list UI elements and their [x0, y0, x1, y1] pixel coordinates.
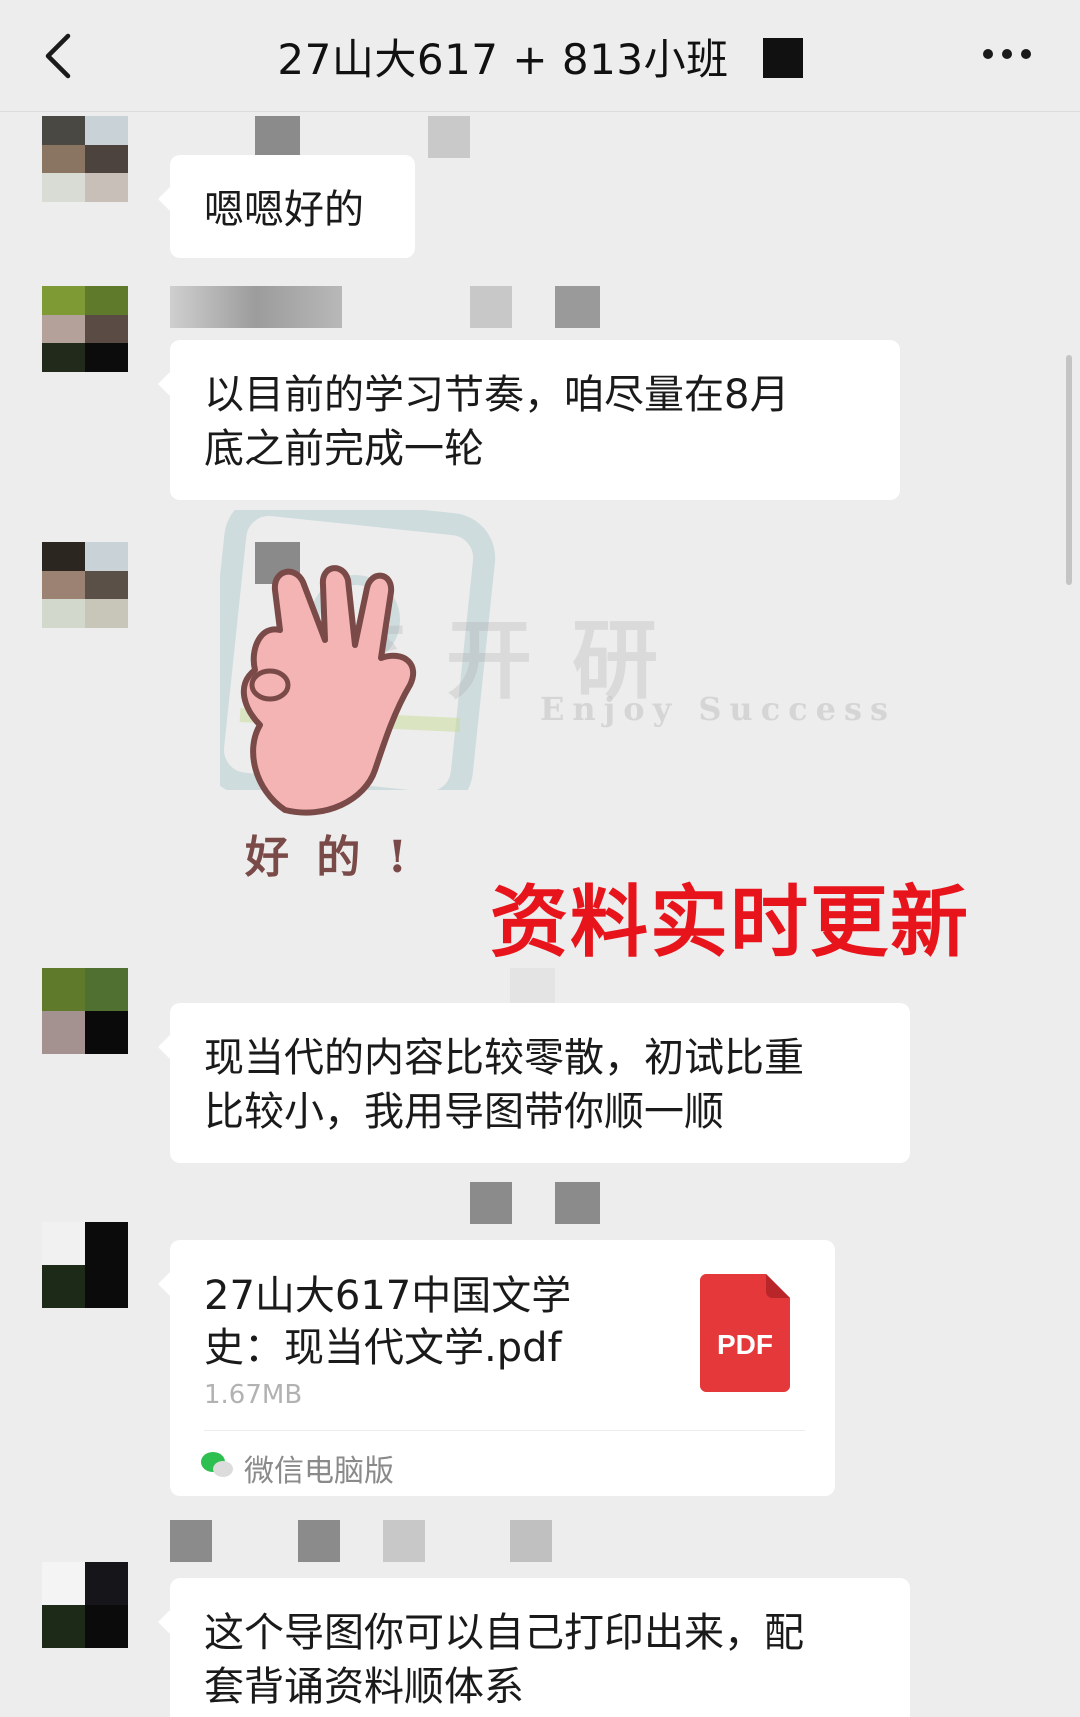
file-divider	[204, 1430, 805, 1431]
redacted-block	[762, 38, 803, 78]
sticker-caption: 好 的 !	[244, 832, 413, 883]
message-text: 这个导图你可以自己打印出来，配 套背诵资料顺体系	[204, 1610, 804, 1710]
message-bubble[interactable]: 现当代的内容比较零散，初试比重 比较小，我用导图带你顺一顺	[158, 1003, 910, 1163]
message-text: 以目前的学习节奏，咱尽量在8月 底之前完成一轮	[204, 372, 790, 472]
avatar[interactable]	[42, 116, 128, 202]
avatar[interactable]	[42, 542, 128, 628]
file-size: 1.67MB	[204, 1380, 303, 1410]
more-dot-icon	[1021, 49, 1031, 59]
chat-title-text: 27山大617 + 813小班	[277, 35, 729, 84]
avatar[interactable]	[42, 1562, 128, 1648]
chat-header: 27山大617 + 813小班	[0, 0, 1080, 112]
ok-hand-sticker[interactable]: 好 的 !	[215, 510, 505, 890]
scrollbar[interactable]	[1066, 355, 1072, 585]
more-dot-icon	[1002, 49, 1012, 59]
watermark-subtext: Enjoy Success	[540, 690, 897, 728]
sender-name-redacted	[170, 1520, 590, 1562]
file-name: 27山大617中国文学史：现当代文学.pdf	[204, 1273, 572, 1371]
more-options-button[interactable]	[972, 36, 1042, 72]
message-text: 嗯嗯好的	[204, 187, 364, 233]
wechat-icon	[201, 1452, 233, 1477]
sender-name-redacted	[170, 286, 610, 328]
chat-title: 27山大617 + 813小班	[0, 26, 1080, 87]
more-dot-icon	[983, 49, 993, 59]
file-source-label: 微信电脑版	[244, 1454, 394, 1489]
message-bubble[interactable]: 以目前的学习节奏，咱尽量在8月 底之前完成一轮	[158, 340, 900, 500]
sender-name-redacted	[470, 1182, 600, 1224]
avatar[interactable]	[42, 286, 128, 372]
file-message-card[interactable]: 27山大617中国文学史：现当代文学.pdf 1.67MB PDF 微信电脑版	[158, 1240, 835, 1496]
avatar[interactable]	[42, 1222, 128, 1308]
pdf-file-icon: PDF	[700, 1274, 790, 1392]
pdf-icon-label: PDF	[717, 1329, 773, 1360]
sender-name-redacted	[170, 116, 470, 158]
message-text: 现当代的内容比较零散，初试比重 比较小，我用导图带你顺一顺	[204, 1035, 804, 1135]
message-bubble[interactable]: 这个导图你可以自己打印出来，配 套背诵资料顺体系	[158, 1578, 910, 1717]
promo-overlay-text: 资料实时更新	[490, 878, 971, 968]
message-bubble[interactable]: 嗯嗯好的	[158, 155, 415, 258]
avatar[interactable]	[42, 968, 128, 1054]
